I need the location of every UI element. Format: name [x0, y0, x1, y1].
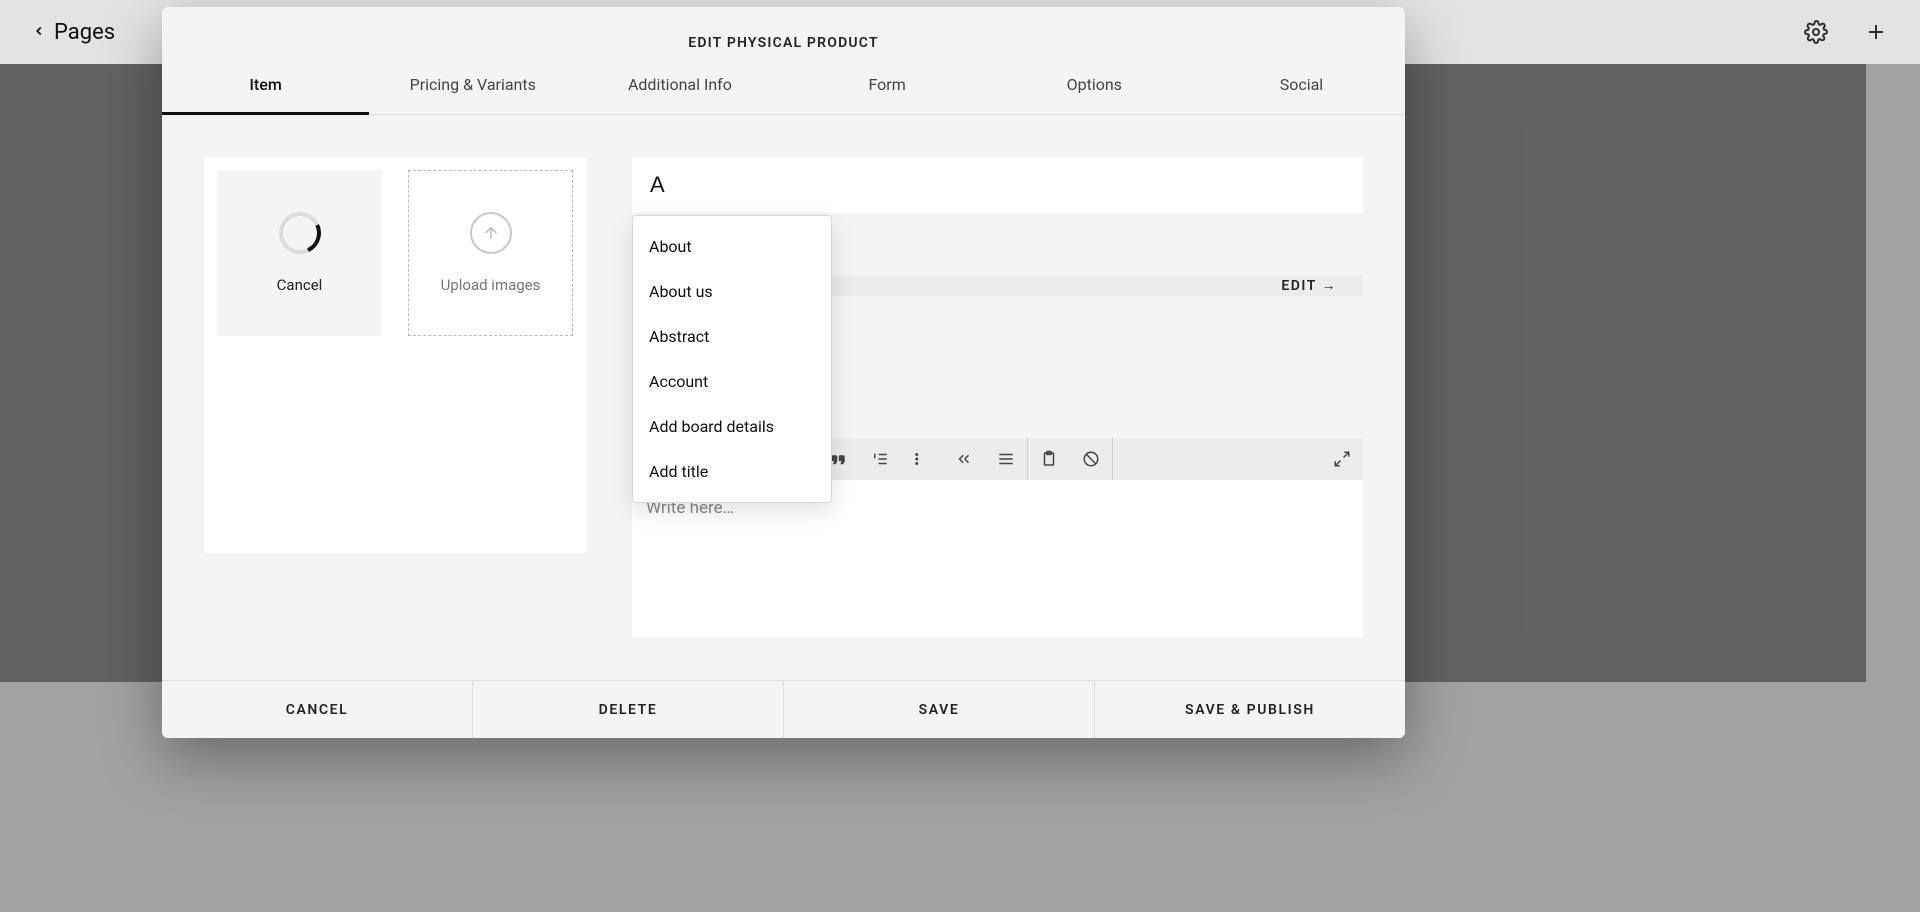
clear-format-icon[interactable]: [1070, 438, 1112, 480]
editor-body[interactable]: Write here…: [632, 480, 1363, 638]
save-button[interactable]: SAVE: [784, 681, 1095, 738]
product-title-input[interactable]: [632, 157, 1363, 213]
cancel-upload-label: Cancel: [277, 276, 323, 294]
autocomplete-item[interactable]: Account: [633, 359, 831, 404]
tab-additional[interactable]: Additional Info: [576, 61, 783, 114]
modal-title: EDIT PHYSICAL PRODUCT: [162, 7, 1405, 61]
edit-link[interactable]: EDIT →: [1255, 277, 1363, 294]
edit-product-modal: EDIT PHYSICAL PRODUCT Item Pricing & Var…: [162, 7, 1405, 738]
numbered-list-icon[interactable]: [859, 438, 901, 480]
autocomplete-item[interactable]: Add title: [633, 449, 831, 494]
autocomplete-item[interactable]: Add board details: [633, 404, 831, 449]
paste-icon[interactable]: [1028, 438, 1070, 480]
image-tile-loading[interactable]: Cancel: [217, 170, 382, 336]
images-panel: Cancel Upload images: [204, 157, 586, 553]
modal-footer: CANCEL DELETE SAVE SAVE & PUBLISH: [162, 680, 1405, 738]
upload-icon: [470, 212, 512, 254]
outdent-icon[interactable]: [943, 438, 985, 480]
tab-item[interactable]: Item: [162, 61, 369, 115]
autocomplete-item[interactable]: About us: [633, 269, 831, 314]
save-publish-button[interactable]: SAVE & PUBLISH: [1095, 681, 1405, 738]
autocomplete-item[interactable]: Abstract: [633, 314, 831, 359]
modal-tabs: Item Pricing & Variants Additional Info …: [162, 61, 1405, 115]
delete-button[interactable]: DELETE: [473, 681, 784, 738]
cancel-button[interactable]: CANCEL: [162, 681, 473, 738]
spinner-icon: [273, 206, 327, 260]
tab-social[interactable]: Social: [1198, 61, 1405, 114]
upload-images-label: Upload images: [441, 276, 541, 294]
tab-form[interactable]: Form: [784, 61, 991, 114]
expand-icon[interactable]: [1321, 438, 1363, 480]
autocomplete-dropdown: About About us Abstract Account Add boar…: [632, 215, 832, 503]
bullet-list-icon[interactable]: [901, 438, 943, 480]
indent-icon[interactable]: [985, 438, 1027, 480]
tab-pricing[interactable]: Pricing & Variants: [369, 61, 576, 114]
upload-images-tile[interactable]: Upload images: [408, 170, 573, 336]
tab-options[interactable]: Options: [991, 61, 1198, 114]
autocomplete-item[interactable]: About: [633, 224, 831, 269]
